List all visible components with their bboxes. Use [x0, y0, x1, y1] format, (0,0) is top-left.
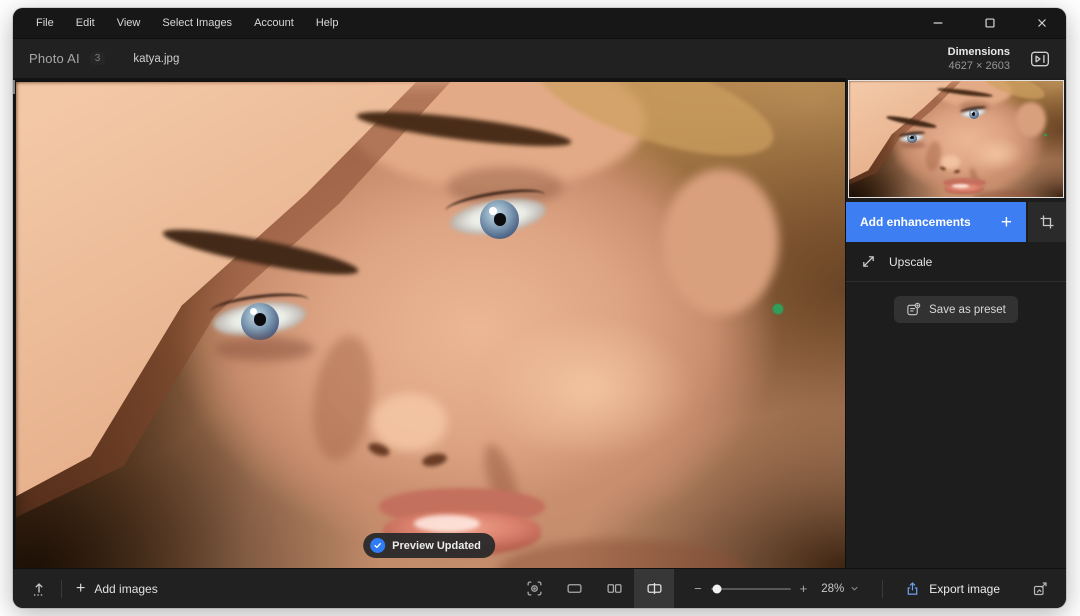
add-enhancements-button[interactable]: Add enhancements + [846, 202, 1026, 242]
upscale-item[interactable]: Upscale [846, 242, 1066, 282]
sidebar-empty-space [846, 337, 1066, 568]
canvas-edge-tick [13, 80, 15, 94]
plus-icon: + [76, 581, 85, 597]
queue-count-badge: 3 [90, 52, 106, 65]
view-mode-single[interactable] [554, 569, 594, 609]
dimensions-value: 4627 × 2603 [948, 59, 1010, 73]
save-as-preset-label: Save as preset [929, 304, 1006, 316]
view-mode-focus[interactable] [514, 569, 554, 609]
chevron-down-icon [849, 583, 860, 594]
zoom-out-button[interactable]: − [694, 582, 702, 595]
image-canvas[interactable]: Preview Updated [13, 78, 845, 568]
photo-layer-nose-tip [372, 393, 447, 451]
add-images-button[interactable]: + Add images [70, 581, 164, 597]
menu-bar: File Edit View Select Images Account Hel… [13, 8, 1066, 38]
maximize-icon[interactable] [982, 15, 998, 31]
zoom-level-dropdown[interactable]: 28% [821, 583, 860, 595]
export-image-label: Export image [929, 582, 1000, 596]
app-window: File Edit View Select Images Account Hel… [13, 8, 1066, 608]
minimize-icon[interactable] [930, 15, 946, 31]
zoom-slider-group: − + [694, 582, 807, 595]
zoom-level-value: 28% [821, 583, 844, 595]
plus-icon: + [1001, 213, 1012, 232]
menu-select-images[interactable]: Select Images [151, 8, 243, 38]
photo-layer-temple [1016, 102, 1046, 137]
photo-layer-temple [663, 169, 779, 315]
dimensions-label: Dimensions [948, 45, 1010, 59]
right-sidebar: Add enhancements + Upscale [845, 78, 1066, 568]
view-mode-side-by-side[interactable] [594, 569, 634, 609]
preset-row: Save as preset [846, 282, 1066, 337]
photo-layer-right-pupil [494, 213, 506, 225]
preview-updated-toast: Preview Updated [363, 533, 495, 558]
split-view-icon [646, 580, 663, 597]
zoom-slider[interactable] [711, 588, 791, 590]
upscale-icon [861, 254, 876, 269]
add-images-label: Add images [94, 582, 157, 596]
share-export-icon [905, 581, 920, 596]
panel-toggle-icon[interactable] [1028, 48, 1052, 70]
main-area: Preview Updated [13, 78, 1066, 568]
view-mode-split[interactable] [634, 569, 674, 609]
preset-icon [906, 302, 921, 317]
dimensions-readout: Dimensions 4627 × 2603 [948, 45, 1010, 73]
photo-layer-undereye [900, 142, 926, 148]
photo-layer-earring [773, 304, 783, 314]
upload-icon [31, 581, 47, 597]
toolbar-divider [61, 580, 62, 598]
menu-file[interactable]: File [25, 8, 65, 38]
check-icon [370, 538, 385, 553]
crop-icon [1039, 214, 1055, 230]
export-image-button[interactable]: Export image [905, 581, 1000, 596]
tab-bar: Photo AI 3 katya.jpg Dimensions 4627 × 2… [13, 38, 1066, 78]
menu-view[interactable]: View [106, 8, 152, 38]
export-queue-button[interactable] [25, 575, 53, 603]
add-enhancements-label: Add enhancements [860, 215, 1001, 229]
canvas-photo [849, 81, 1063, 197]
menu-account[interactable]: Account [243, 8, 305, 38]
focus-view-icon [526, 580, 543, 597]
single-view-icon [566, 580, 583, 597]
zoom-slider-handle[interactable] [713, 584, 722, 593]
window-controls [930, 8, 1050, 38]
open-external-icon [1032, 581, 1048, 597]
photo-layer-cheek [480, 315, 696, 461]
toolbar-divider [882, 580, 883, 598]
bottom-toolbar: + Add images [13, 568, 1066, 608]
crop-button[interactable] [1028, 202, 1066, 242]
tab-katya-jpg[interactable]: katya.jpg [133, 53, 179, 65]
save-as-preset-button[interactable]: Save as preset [894, 296, 1018, 323]
side-by-side-view-icon [606, 580, 623, 597]
menu-edit[interactable]: Edit [65, 8, 106, 38]
app-title: Photo AI [29, 51, 80, 66]
menu-help[interactable]: Help [305, 8, 350, 38]
toast-label: Preview Updated [392, 540, 481, 552]
zoom-in-button[interactable]: + [800, 582, 808, 595]
upscale-label: Upscale [889, 255, 932, 269]
photo-layer-lip-gloss [414, 515, 480, 532]
canvas-photo [16, 82, 845, 568]
view-mode-group [514, 569, 674, 609]
close-icon[interactable] [1034, 15, 1050, 31]
open-external-button[interactable] [1026, 575, 1054, 603]
enhancements-row: Add enhancements + [846, 202, 1066, 242]
thumbnail[interactable] [848, 80, 1064, 198]
